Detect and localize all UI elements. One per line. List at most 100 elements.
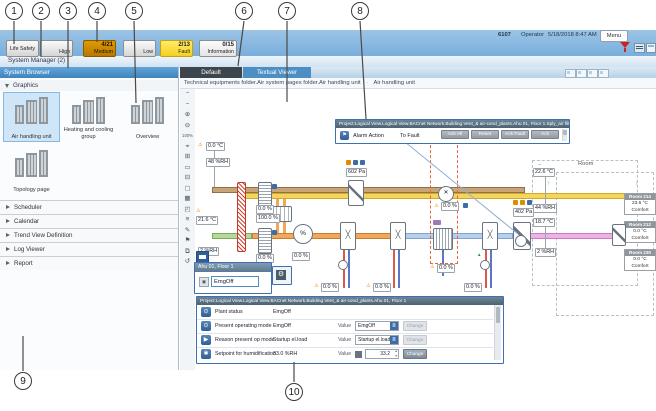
valve-reheat-position[interactable]: 0.0 % [464, 283, 482, 292]
sensor-supply-temp[interactable]: 18.7 °C [533, 218, 555, 227]
setpoint-spinner[interactable]: 33.2 ▴ ▾ [365, 349, 399, 359]
fit-view-icon[interactable]: ⌖ [181, 142, 194, 152]
damper-exhaust[interactable] [348, 180, 364, 206]
undo-icon[interactable]: ↺ [181, 257, 194, 267]
menu-button[interactable]: Menu [600, 30, 628, 42]
wheel-speed[interactable]: 0.0 % [292, 252, 310, 261]
zoom-out-icon[interactable]: ⊖ [181, 121, 194, 131]
sensor-exhaust-rh[interactable]: 48 %RH [206, 158, 230, 167]
slider-handle[interactable] [355, 351, 362, 358]
change-button[interactable]: Change [403, 349, 427, 359]
detail-popup-scrollbar[interactable] [494, 305, 501, 360]
layout-icon-3[interactable] [587, 69, 598, 78]
ack-button[interactable]: Ack [531, 130, 559, 139]
tab-default[interactable]: Default [180, 67, 242, 78]
accordion-scheduler[interactable]: Scheduler [0, 200, 178, 214]
accordion-log-viewer[interactable]: Log Viewer [0, 242, 178, 256]
zoom-area-icon[interactable]: ⊞ [181, 152, 194, 162]
room-card[interactable]: Room 214 23.6 °C Comfort [624, 193, 656, 215]
select-icon[interactable]: ◰ [181, 205, 194, 215]
sensor-extract-temp[interactable]: 22.6 °C [533, 168, 555, 177]
sensor-extract-rh[interactable]: 44 %RH [533, 204, 557, 213]
tile-air-handling-unit[interactable]: Air handling unit [3, 92, 60, 142]
layout-icon-1[interactable] [565, 69, 576, 78]
pump-icon[interactable] [338, 260, 348, 270]
alarm-popup-scrollbar[interactable] [562, 129, 567, 141]
layout-icon-2[interactable] [576, 69, 587, 78]
event-list-icon[interactable] [634, 43, 645, 53]
alarm-popup[interactable]: Project:Logical View.Logical View.BACnet… [335, 119, 570, 144]
zoom-level-label[interactable]: 100% [181, 131, 194, 141]
tile-overview[interactable]: Overview [119, 92, 176, 142]
sensor-return-temp[interactable]: 21.6 °C [196, 216, 218, 225]
sensor-supply-rh[interactable]: 2 %RH [535, 248, 556, 257]
cooling-coil[interactable]: ╳ [390, 222, 406, 250]
mode-dropdown[interactable]: EmgOff ≣ [355, 321, 399, 331]
humidifier[interactable] [433, 228, 453, 250]
reason-dropdown[interactable]: Startup el.load ≣ [355, 335, 399, 345]
tab-textual-viewer[interactable]: Textual Viewer [243, 67, 311, 78]
reset-button[interactable]: Reset [471, 130, 499, 139]
unit-popup-title[interactable]: Ahu 01, Floor 1 [195, 263, 271, 272]
room-card[interactable]: Room 212 0.0 °C Comfort [624, 221, 656, 243]
layout-icon-4[interactable] [598, 69, 609, 78]
spin-up-icon[interactable]: ▴ [395, 349, 397, 353]
detail-popup-title[interactable]: Project:Logical View.Logical View.BACnet… [197, 297, 503, 305]
selector-icon[interactable]: ≣ [390, 336, 398, 344]
detail-popup[interactable]: Project:Logical View.Logical View.BACnet… [196, 296, 504, 364]
selector-icon[interactable]: ≣ [390, 322, 398, 330]
graphics-section-header[interactable]: Graphics [0, 80, 178, 91]
sensor-exhaust-pressure[interactable]: 602 Pa [346, 168, 367, 177]
accordion-trend-view-definition[interactable]: Trend View Definition [0, 228, 178, 242]
list-icon[interactable]: ≡ [181, 215, 194, 225]
change-button[interactable]: Change [403, 321, 427, 331]
alarm-popup-title[interactable]: Project:Logical View.Logical View.BACnet… [336, 120, 569, 128]
flag-icon[interactable]: ⚑ [181, 236, 194, 246]
gear-button[interactable]: ⚙ [272, 266, 292, 285]
damper-return-air[interactable] [258, 228, 272, 254]
alarm-btn-medium[interactable]: 4/21 Medium [83, 40, 116, 57]
exhaust-fan-icon[interactable]: ✕ [438, 186, 454, 202]
air-filter[interactable] [237, 182, 246, 252]
alarm-btn-low[interactable]: Low [123, 40, 156, 57]
collapse-icon[interactable]: − [181, 89, 194, 99]
room-card[interactable]: Room 230 0.0 °C Comfort [624, 249, 656, 271]
tile-heating-cooling-group[interactable]: Heating and cooling group [60, 92, 117, 142]
system-browser-header[interactable]: System Browser [0, 67, 178, 78]
breadcrumb-path[interactable]: Technical equipments folder.Air system p… [184, 80, 361, 86]
change-button[interactable]: Change [403, 335, 427, 345]
alarm-btn-high[interactable]: High [40, 40, 73, 57]
ack-all-button[interactable]: Ack All [441, 130, 469, 139]
alarm-btn-fault[interactable]: 2/13 Fault [160, 40, 193, 57]
heating-coil[interactable]: ╳ [340, 222, 356, 250]
edit-icon[interactable]: ✎ [181, 226, 194, 236]
tile-topology-page[interactable]: Topology page [3, 145, 60, 195]
sensor-supply-pressure[interactable]: 402 Pa [513, 208, 534, 217]
sensor-exhaust-temp[interactable]: 0.0 °C [206, 142, 225, 151]
accordion-report[interactable]: Report [0, 256, 178, 270]
reheat-coil[interactable]: ╳ [482, 222, 498, 250]
pan-icon[interactable]: ▭ [181, 163, 194, 173]
damper-oa-position[interactable]: 0.0 % [256, 205, 274, 214]
alarm-btn-information[interactable]: 0/15 Information [199, 40, 237, 57]
operating-mode-field[interactable]: EmgOff [211, 276, 259, 287]
valve-heating-position[interactable]: 0.0 % [321, 283, 339, 292]
spin-down-icon[interactable]: ▾ [395, 354, 397, 358]
damper-room-supply[interactable] [612, 224, 626, 246]
layers-icon[interactable]: ▦ [181, 194, 194, 204]
zoom-in-icon[interactable]: ⊕ [181, 110, 194, 120]
ack-fault-button[interactable]: Ack Fault [501, 130, 529, 139]
window-icon[interactable] [646, 43, 656, 53]
unit-popup[interactable]: Ahu 01, Floor 1 ▣ EmgOff [194, 262, 272, 294]
alarm-btn-life-safety[interactable]: Life Safety [6, 40, 39, 57]
exhaust-fan-speed[interactable]: 0.0 % [441, 202, 459, 211]
humidifier-output[interactable]: 0.0 % [437, 264, 455, 273]
heat-recovery-wheel-icon[interactable]: % [293, 224, 313, 244]
accordion-calendar[interactable]: Calendar [0, 214, 178, 228]
damper-oa-command[interactable]: 100.0 % [256, 214, 280, 223]
copy-icon[interactable]: ⧉ [181, 247, 194, 257]
zoom-out-area-icon[interactable]: ⊟ [181, 173, 194, 183]
valve-cooling-position[interactable]: 0.0 % [373, 283, 391, 292]
pump-icon[interactable] [480, 260, 490, 270]
marquee-icon[interactable]: ▢ [181, 184, 194, 194]
